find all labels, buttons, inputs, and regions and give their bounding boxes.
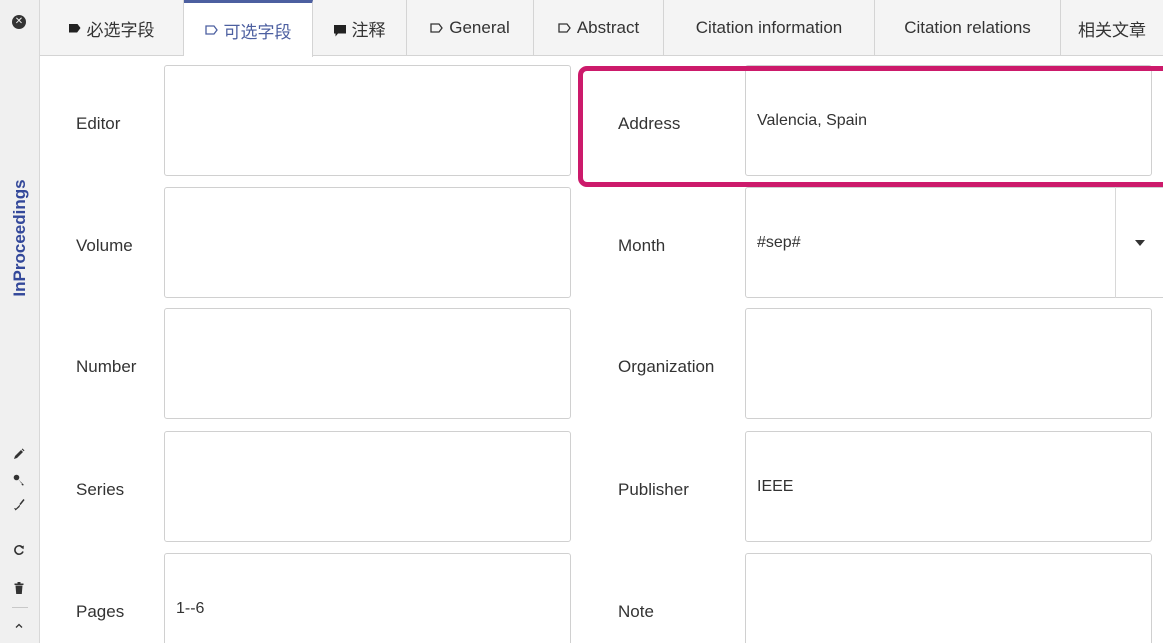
month-select[interactable]: #sep# — [745, 187, 1163, 298]
comment-icon — [333, 22, 346, 37]
close-icon[interactable]: ✕ — [12, 15, 26, 29]
tag-filled-icon — [68, 23, 81, 33]
tab-citation-relations[interactable]: Citation relations — [875, 0, 1061, 56]
volume-field[interactable] — [164, 187, 571, 298]
series-field[interactable] — [164, 431, 571, 542]
editor-label: Editor — [76, 114, 121, 133]
refresh-icon[interactable] — [10, 542, 28, 558]
tab-label: Citation relations — [904, 18, 1031, 37]
pencil-icon[interactable] — [10, 446, 28, 462]
number-label: Number — [76, 357, 137, 376]
tab-label: 相关文章 — [1078, 20, 1146, 40]
tab-label: General — [449, 18, 510, 37]
caret-down-icon — [1134, 239, 1145, 246]
tab-comments[interactable]: 注释 — [313, 0, 407, 56]
tab-label: 注释 — [351, 20, 386, 40]
tab-label: 必选字段 — [86, 20, 155, 40]
organization-field[interactable] — [745, 308, 1152, 419]
entry-editor-sidebar: ✕ InProceedings — [0, 0, 40, 643]
tab-related-articles[interactable]: 相关文章 — [1061, 0, 1163, 56]
trash-icon[interactable] — [10, 580, 28, 596]
tab-label: Abstract — [576, 18, 640, 37]
pages-label: Pages — [76, 602, 125, 621]
tab-required-fields[interactable]: 必选字段 — [40, 0, 184, 56]
publisher-field[interactable]: IEEE — [745, 431, 1152, 542]
tag-outline-icon — [558, 23, 571, 33]
entry-tab-bar: 必选字段 可选字段 注释 General Abstract Citation i… — [40, 0, 1163, 57]
tab-citation-information[interactable]: Citation information — [664, 0, 875, 56]
month-label: Month — [618, 236, 666, 255]
number-field[interactable] — [164, 308, 571, 419]
note-label: Note — [618, 602, 654, 621]
tab-label: Citation information — [695, 18, 843, 37]
broom-icon[interactable] — [10, 497, 28, 513]
tab-abstract[interactable]: Abstract — [534, 0, 664, 56]
address-label: Address — [618, 114, 681, 133]
tag-outline-icon — [204, 25, 218, 35]
tab-optional-fields[interactable]: 可选字段 — [184, 0, 313, 57]
tab-label: 可选字段 — [223, 22, 292, 42]
publisher-label: Publisher — [618, 480, 689, 499]
volume-label: Volume — [76, 236, 133, 255]
key-icon[interactable] — [10, 472, 28, 488]
month-dropdown-button[interactable] — [1115, 187, 1163, 298]
series-label: Series — [76, 480, 125, 499]
tab-general[interactable]: General — [407, 0, 534, 56]
sidebar-divider — [12, 607, 28, 608]
tag-outline-icon — [430, 23, 444, 33]
chevron-up-icon[interactable] — [10, 618, 28, 634]
pages-field[interactable]: 1--6 — [164, 553, 571, 643]
editor-field[interactable] — [164, 65, 571, 176]
organization-label: Organization — [618, 357, 715, 376]
entry-type-label[interactable]: InProceedings — [10, 179, 30, 296]
address-field[interactable]: Valencia, Spain — [745, 65, 1152, 176]
note-field[interactable] — [745, 553, 1152, 643]
